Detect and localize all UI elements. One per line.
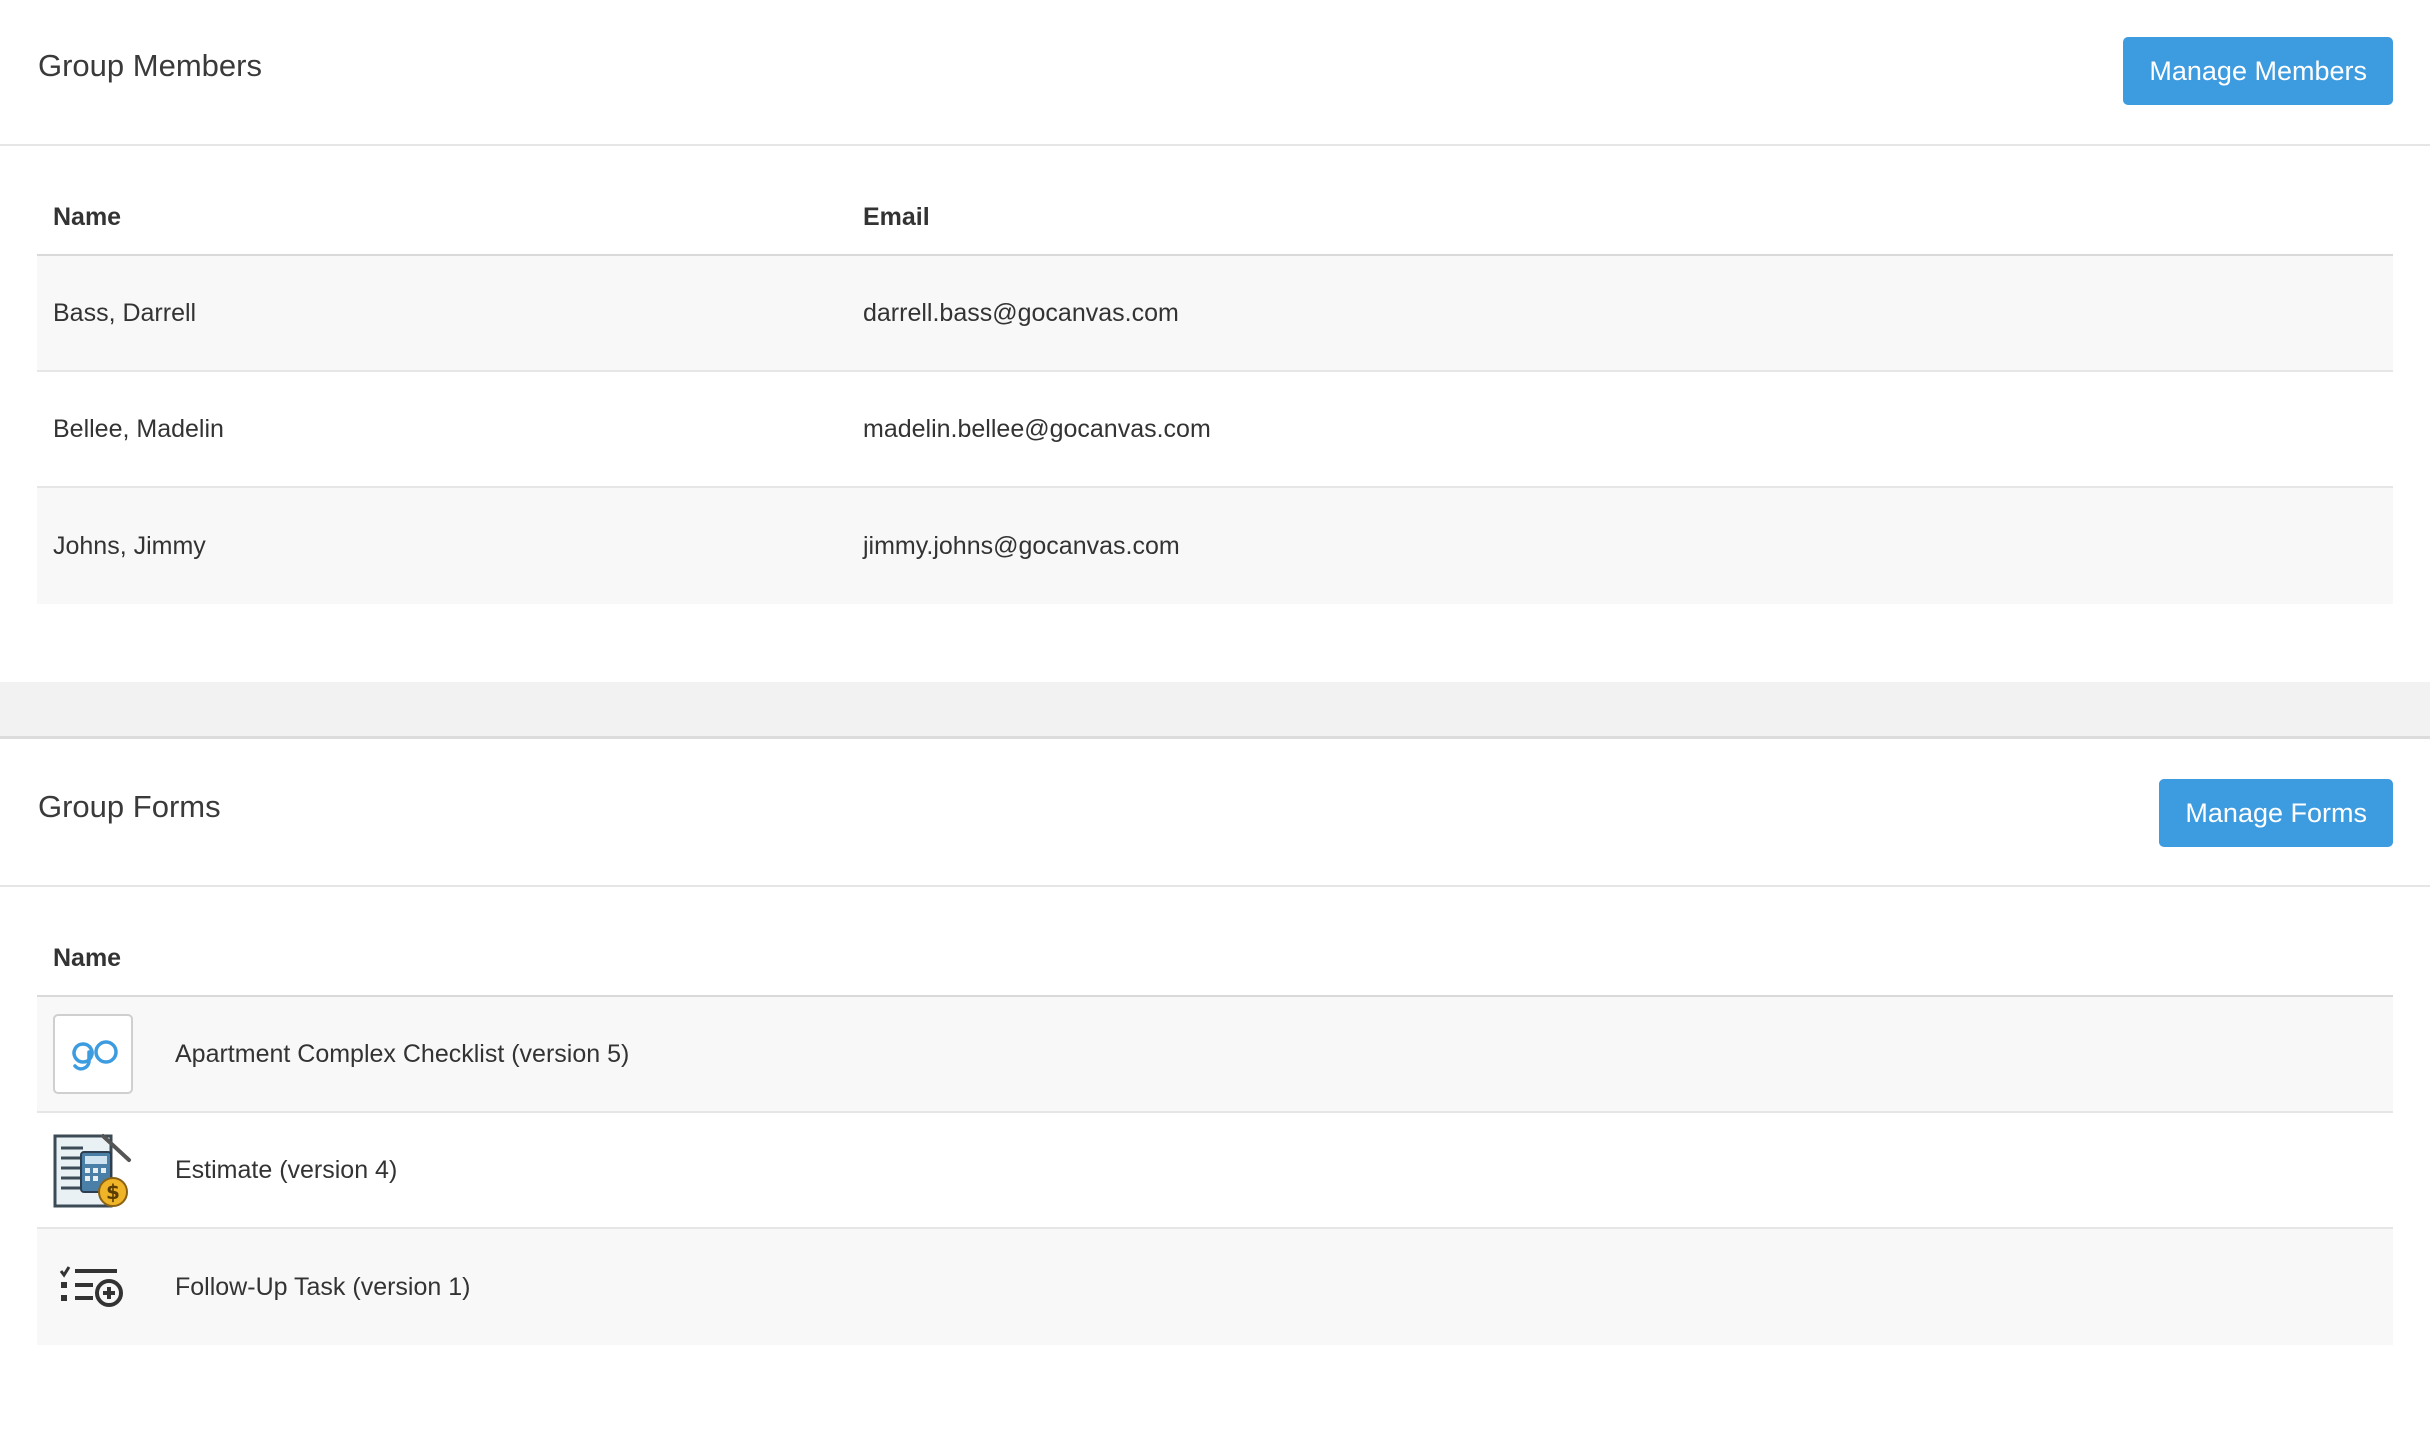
group-forms-header: Group Forms Manage Forms xyxy=(0,739,2430,887)
members-table-header: Name Email xyxy=(37,146,2393,256)
member-name: Johns, Jimmy xyxy=(53,531,206,560)
form-icon-cell xyxy=(37,1247,175,1327)
manage-forms-button[interactable]: Manage Forms xyxy=(2159,779,2393,847)
group-members-header: Group Members Manage Members xyxy=(0,0,2430,146)
gocanvas-logo-icon xyxy=(53,1014,133,1094)
group-members-panel: Group Members Manage Members Name Email … xyxy=(0,0,2430,604)
forms-table-header: Name xyxy=(37,887,2393,997)
group-forms-panel: Group Forms Manage Forms Name Apartment … xyxy=(0,739,2430,1345)
form-icon-cell xyxy=(37,1014,175,1094)
svg-text:$: $ xyxy=(106,1180,120,1204)
calculator-estimate-icon: $ xyxy=(53,1134,131,1208)
member-email: madelin.bellee@gocanvas.com xyxy=(863,414,1211,443)
column-header-email[interactable]: Email xyxy=(863,203,2393,232)
table-row[interactable]: Bass, Darrell darrell.bass@gocanvas.com xyxy=(37,256,2393,372)
table-row[interactable]: $ Estimate (version 4) xyxy=(37,1113,2393,1229)
table-row[interactable]: Johns, Jimmy jimmy.johns@gocanvas.com xyxy=(37,488,2393,604)
member-name: Bass, Darrell xyxy=(53,298,197,327)
form-icon-cell: $ xyxy=(37,1130,175,1210)
group-forms-title: Group Forms xyxy=(38,789,221,824)
members-table: Name Email Bass, Darrell darrell.bass@go… xyxy=(37,146,2393,604)
member-name: Bellee, Madelin xyxy=(53,414,224,443)
form-name: Apartment Complex Checklist (version 5) xyxy=(175,1039,630,1068)
form-name: Estimate (version 4) xyxy=(175,1155,398,1184)
form-name: Follow-Up Task (version 1) xyxy=(175,1272,471,1301)
table-row[interactable]: Bellee, Madelin madelin.bellee@gocanvas.… xyxy=(37,372,2393,488)
section-divider xyxy=(0,682,2430,739)
column-header-name[interactable]: Name xyxy=(37,944,863,973)
forms-table: Name Apartment Complex Checklist (versio… xyxy=(37,887,2393,1345)
table-row[interactable]: Apartment Complex Checklist (version 5) xyxy=(37,997,2393,1113)
member-email: jimmy.johns@gocanvas.com xyxy=(863,531,1180,560)
task-list-add-icon xyxy=(59,1266,123,1307)
group-members-title: Group Members xyxy=(38,48,262,83)
column-header-name[interactable]: Name xyxy=(37,203,863,232)
manage-members-button[interactable]: Manage Members xyxy=(2123,37,2393,105)
member-email: darrell.bass@gocanvas.com xyxy=(863,298,1179,327)
table-row[interactable]: Follow-Up Task (version 1) xyxy=(37,1229,2393,1345)
